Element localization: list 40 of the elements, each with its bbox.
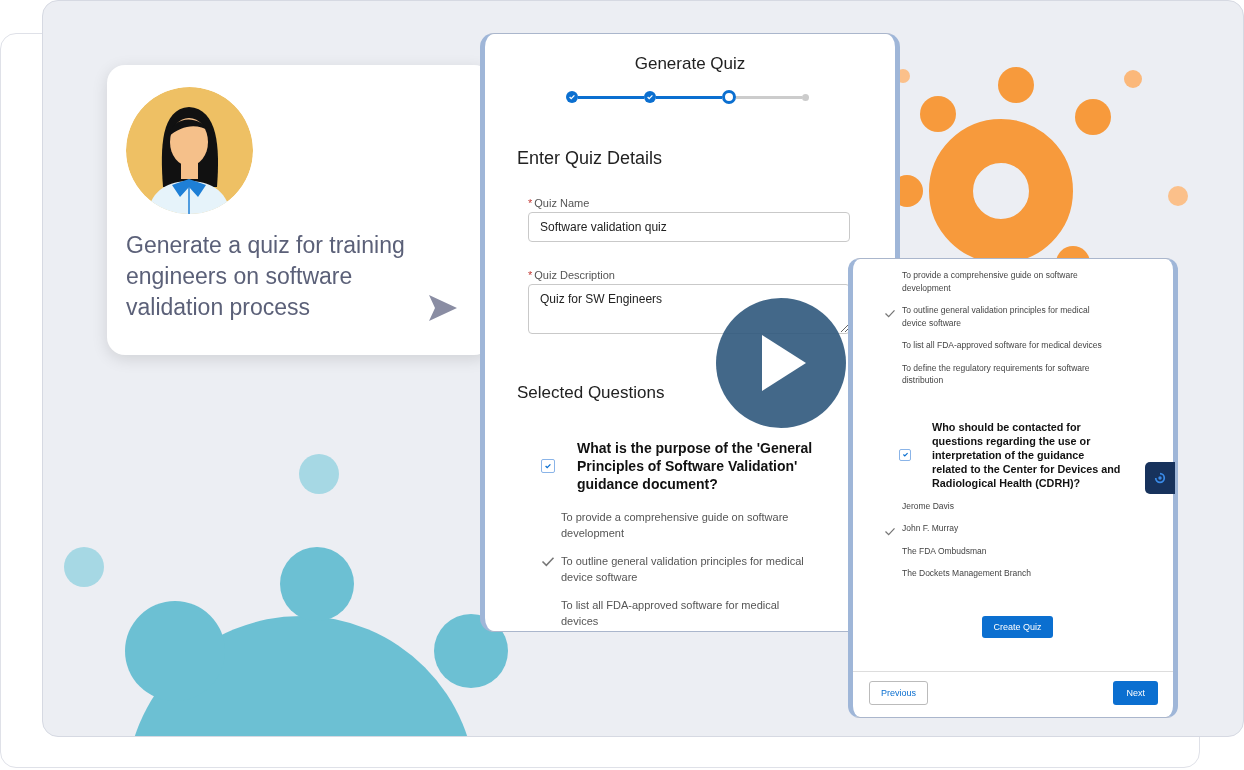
decorative-dot: [299, 454, 339, 494]
decorative-dot: [1124, 70, 1142, 88]
ring-dot-icon: [1154, 472, 1166, 484]
avatar-icon: [126, 87, 253, 214]
checkbox[interactable]: [899, 448, 911, 461]
field-label: Quiz Name: [534, 197, 590, 209]
section-title: Enter Quiz Details: [517, 148, 664, 169]
previous-button[interactable]: Previous: [869, 681, 928, 705]
prompt-text: Generate a quiz for training engineers on software validation process: [126, 231, 406, 322]
answer-text: To outline general validation principles for medical device software: [902, 304, 1091, 329]
answer-text: To list all FDA-approved software for medical devices: [561, 598, 781, 629]
answer-text: To define the regulatory requirements for software distribution: [902, 361, 1091, 387]
check-icon: [901, 451, 909, 458]
panel-title: Generate Quiz: [633, 54, 747, 74]
question-text: What is the purpose of the 'General Principles of Software Validation' guidance document?: [577, 439, 814, 493]
checkbox[interactable]: [541, 459, 555, 473]
answer-text: John F. Murray: [902, 522, 960, 535]
answer-text: To provide a comprehensive guide on software development: [902, 269, 1079, 294]
section-title: Selected Questions: [517, 383, 666, 403]
answer-text: The Dockets Management Branch: [902, 567, 1032, 580]
send-icon[interactable]: [429, 295, 457, 321]
required-mark: *: [528, 269, 533, 281]
answer-text: Jerome Davis: [902, 499, 955, 512]
decorative-dot: [1168, 186, 1188, 206]
field-label: Quiz Description: [534, 269, 615, 281]
answer-text: The FDA Ombudsman: [902, 544, 988, 557]
side-tab-button[interactable]: [1145, 462, 1175, 494]
name-field[interactable]: Software validation quiz: [528, 212, 850, 242]
decorative-dot: [920, 96, 956, 132]
answer-text: To outline general validation principles for medical device software: [561, 554, 805, 585]
create-quiz-button[interactable]: Create Quiz: [982, 615, 1053, 638]
decorative-dot: [1075, 99, 1111, 135]
decorative-dot: [998, 67, 1034, 103]
check-icon: [544, 462, 552, 470]
answer-text: To provide a comprehensive guide on software development: [561, 510, 790, 541]
decorative-dot: [64, 547, 104, 587]
next-button[interactable]: Next: [1113, 681, 1158, 705]
required-mark: *: [528, 197, 533, 209]
answer-text: To list all FDA-approved software for medical devices: [902, 339, 1102, 352]
question-text: Who should be contacted for questions regarding the use or interpretation of the guidance related to the Center for Devices and Radiological Health (CDRH)?: [932, 419, 1122, 490]
